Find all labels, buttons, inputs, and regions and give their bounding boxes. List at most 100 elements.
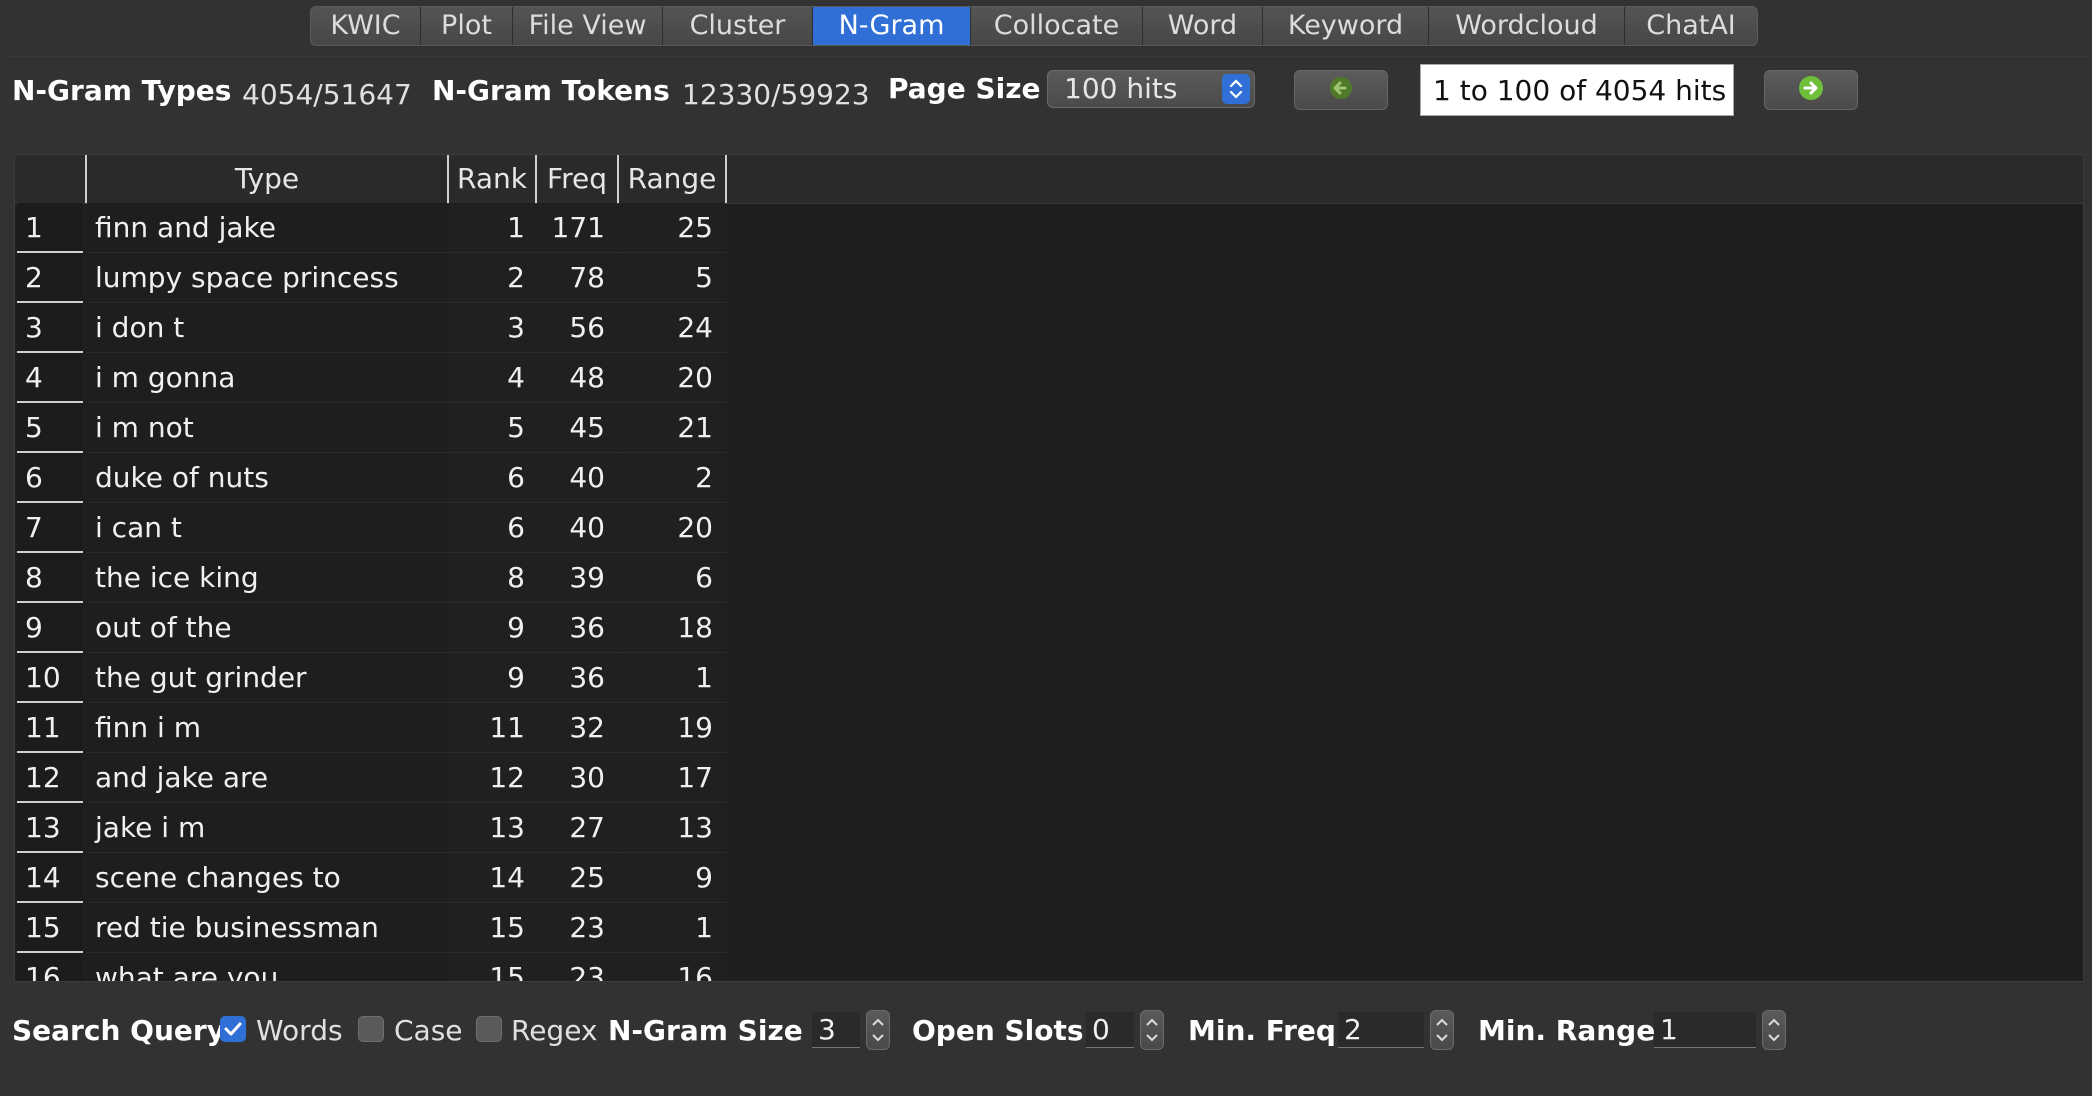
- search-bar: Search Query Words Case Regex N-Gram Siz…: [0, 1000, 2092, 1060]
- table-row[interactable]: 7i can t 6 40 20: [15, 503, 2083, 553]
- type-cell: what are you: [87, 953, 447, 981]
- hits-range-display: 1 to 100 of 4054 hits: [1420, 64, 1734, 116]
- regex-label: Regex: [511, 1014, 598, 1047]
- row-number: 14: [17, 853, 83, 903]
- range-cell: 6: [619, 553, 725, 603]
- min-freq-field[interactable]: 2: [1338, 1012, 1424, 1048]
- type-cell: out of the: [87, 603, 447, 653]
- range-cell: 16: [619, 953, 725, 981]
- type-cell: red tie businessman: [87, 903, 447, 953]
- ngram-size-stepper[interactable]: [866, 1010, 890, 1050]
- rank-cell: 3: [449, 303, 535, 353]
- type-cell: duke of nuts: [87, 453, 447, 503]
- freq-cell: 78: [537, 253, 617, 303]
- column-header-rank[interactable]: Rank: [449, 155, 537, 203]
- rank-cell: 9: [449, 653, 535, 703]
- tab-chatai[interactable]: ChatAI: [1625, 7, 1757, 45]
- column-header-type[interactable]: Type: [87, 155, 449, 203]
- tab-wordcloud[interactable]: Wordcloud: [1429, 7, 1625, 45]
- table-row[interactable]: 6 duke of nuts 6 40 2: [15, 453, 2083, 503]
- column-header-range[interactable]: Range: [619, 155, 727, 203]
- rank-cell: 8: [449, 553, 535, 603]
- rank-cell: 1: [449, 203, 535, 253]
- min-freq-label: Min. Freq: [1188, 1014, 1336, 1047]
- table-row[interactable]: 13 jake i m 13 27 13: [15, 803, 2083, 853]
- ngram-size-field[interactable]: 3: [812, 1012, 860, 1048]
- range-cell: 5: [619, 253, 725, 303]
- ngram-tokens-value: 12330/59923: [682, 78, 870, 111]
- column-header-freq[interactable]: Freq: [537, 155, 619, 203]
- freq-cell: 48: [537, 353, 617, 403]
- type-cell: the gut grinder: [87, 653, 447, 703]
- right-arrow-icon: [1797, 74, 1825, 106]
- table-row[interactable]: 3i don t 3 56 24: [15, 303, 2083, 353]
- table-row[interactable]: 16 what are you 15 23 16: [15, 953, 2083, 981]
- rank-cell: 6: [449, 503, 535, 553]
- ngram-table: Type Rank Freq Range 1 finn and jake 1 171 2…: [14, 154, 2084, 982]
- rank-cell: 11: [449, 703, 535, 753]
- table-row[interactable]: 2 lumpy space princess 2 78 5: [15, 253, 2083, 303]
- type-cell: finn and jake: [87, 203, 447, 253]
- rank-cell: 14: [449, 853, 535, 903]
- case-label: Case: [394, 1014, 463, 1047]
- tab-word[interactable]: Word: [1143, 7, 1263, 45]
- words-checkbox[interactable]: [220, 1016, 246, 1042]
- row-number-header: [15, 155, 87, 203]
- tab-cluster[interactable]: Cluster: [663, 7, 813, 45]
- up-down-chevron-icon: [1768, 1018, 1780, 1042]
- freq-cell: 56: [537, 303, 617, 353]
- table-row[interactable]: 8 the ice king 8 39 6: [15, 553, 2083, 603]
- row-number: 15: [17, 903, 83, 953]
- rank-cell: 2: [449, 253, 535, 303]
- next-page-button[interactable]: [1764, 70, 1858, 110]
- tab-plot[interactable]: Plot: [421, 7, 513, 45]
- open-slots-stepper[interactable]: [1140, 1010, 1164, 1050]
- page-size-label: Page Size: [888, 72, 1041, 105]
- regex-checkbox[interactable]: [476, 1016, 502, 1042]
- table-row[interactable]: 11 finn i m 11 32 19: [15, 703, 2083, 753]
- table-row[interactable]: 5i m not 5 45 21: [15, 403, 2083, 453]
- type-cell: i m not: [87, 403, 447, 453]
- min-range-field[interactable]: 1: [1654, 1012, 1756, 1048]
- page-size-value: 100 hits: [1064, 72, 1178, 105]
- open-slots-field[interactable]: 0: [1086, 1012, 1134, 1048]
- table-row[interactable]: 9 out of the 9 36 18: [15, 603, 2083, 653]
- row-number: 3: [17, 303, 83, 353]
- rank-cell: 6: [449, 453, 535, 503]
- up-down-chevron-icon: [1436, 1018, 1448, 1042]
- up-down-chevron-icon: [872, 1018, 884, 1042]
- type-cell: i can t: [87, 503, 447, 553]
- tab-kwic[interactable]: KWIC: [311, 7, 421, 45]
- min-range-stepper[interactable]: [1762, 1010, 1786, 1050]
- tab-file-view[interactable]: File View: [513, 7, 663, 45]
- table-row[interactable]: 1 finn and jake 1 171 25: [15, 203, 2083, 253]
- search-query-label: Search Query: [12, 1014, 225, 1047]
- min-freq-stepper[interactable]: [1430, 1010, 1454, 1050]
- words-label: Words: [256, 1014, 343, 1047]
- type-cell: scene changes to: [87, 853, 447, 903]
- range-cell: 2: [619, 453, 725, 503]
- rank-cell: 12: [449, 753, 535, 803]
- freq-cell: 39: [537, 553, 617, 603]
- table-row[interactable]: 4i m gonna 4 48 20: [15, 353, 2083, 403]
- tab-n-gram[interactable]: N-Gram: [813, 7, 971, 45]
- tab-keyword[interactable]: Keyword: [1263, 7, 1429, 45]
- table-row[interactable]: 10 the gut grinder 9 36 1: [15, 653, 2083, 703]
- table-row[interactable]: 15 red tie businessman 15 23 1: [15, 903, 2083, 953]
- type-cell: lumpy space princess: [87, 253, 447, 303]
- freq-cell: 171: [537, 203, 617, 253]
- range-cell: 20: [619, 503, 725, 553]
- freq-cell: 32: [537, 703, 617, 753]
- tab-bar: KWIC Plot File View Cluster N-Gram Collo…: [310, 6, 1758, 46]
- checkmark-icon: [224, 1022, 242, 1036]
- prev-page-button[interactable]: [1294, 70, 1388, 110]
- left-arrow-icon: [1328, 75, 1354, 105]
- table-row[interactable]: 12 and jake are 12 30 17: [15, 753, 2083, 803]
- up-down-chevron-icon: [1222, 74, 1250, 104]
- tab-collocate[interactable]: Collocate: [971, 7, 1143, 45]
- case-checkbox[interactable]: [358, 1016, 384, 1042]
- page-size-select[interactable]: 100 hits: [1047, 70, 1255, 108]
- freq-cell: 40: [537, 453, 617, 503]
- type-cell: i don t: [87, 303, 447, 353]
- table-row[interactable]: 14 scene changes to 14 25 9: [15, 853, 2083, 903]
